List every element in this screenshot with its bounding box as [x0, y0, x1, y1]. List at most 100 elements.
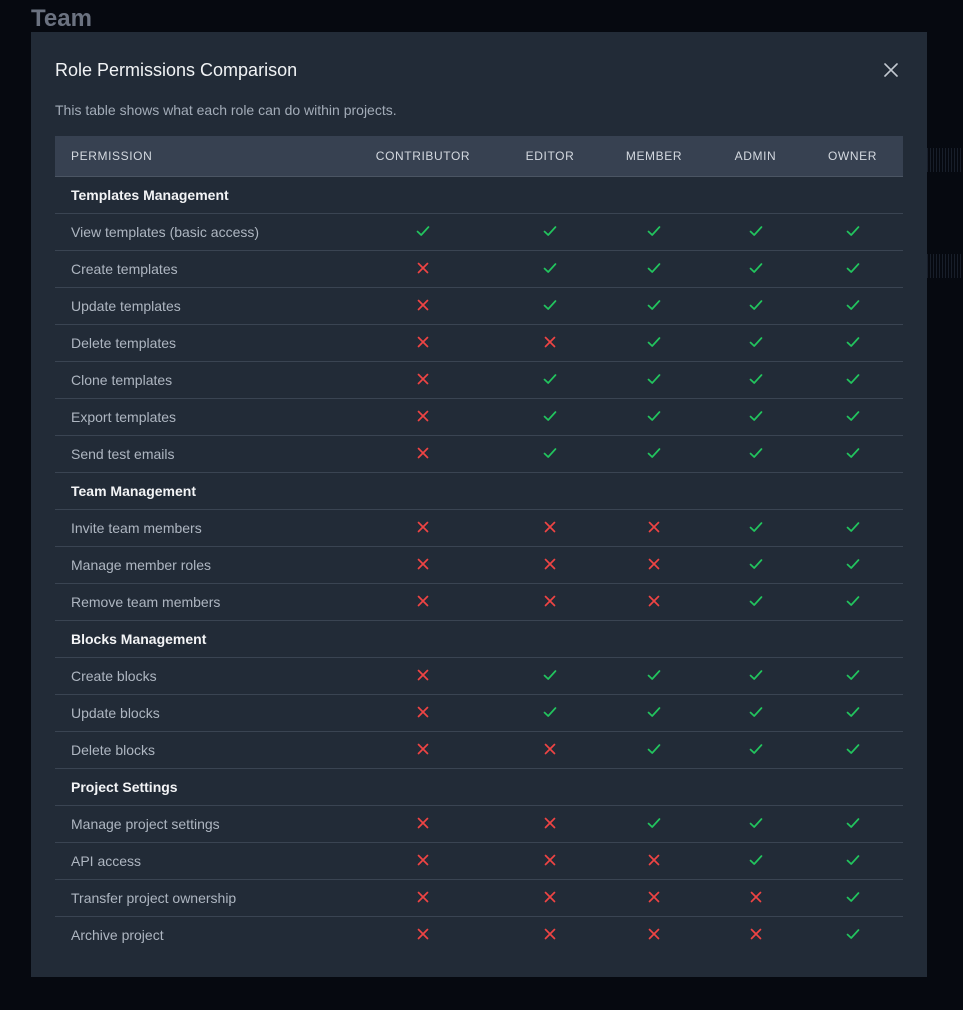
check-icon	[542, 667, 558, 683]
column-header-admin: ADMIN	[709, 136, 802, 177]
table-row: Invite team members	[55, 509, 903, 547]
permission-cell-owner	[802, 583, 903, 621]
permission-cell-contributor	[345, 250, 501, 288]
cross-icon	[646, 852, 662, 868]
check-icon	[748, 704, 764, 720]
permission-cell-owner	[802, 435, 903, 473]
check-icon	[748, 223, 764, 239]
check-icon	[748, 297, 764, 313]
cross-icon	[415, 519, 431, 535]
permission-cell-member	[599, 435, 709, 473]
check-icon	[845, 223, 861, 239]
permission-cell-member	[599, 916, 709, 953]
permission-label: Remove team members	[55, 583, 345, 621]
permission-label: View templates (basic access)	[55, 213, 345, 251]
permission-cell-editor	[501, 287, 599, 325]
table-row: Clone templates	[55, 361, 903, 399]
modal-title: Role Permissions Comparison	[55, 60, 298, 80]
permission-cell-member	[599, 509, 709, 547]
check-icon	[748, 741, 764, 757]
cross-icon	[415, 334, 431, 350]
permission-cell-contributor	[345, 435, 501, 473]
check-icon	[646, 334, 662, 350]
check-icon	[845, 704, 861, 720]
table-row: API access	[55, 842, 903, 880]
section-title: Project Settings	[55, 768, 903, 806]
check-icon	[646, 260, 662, 276]
role-permissions-modal: Role Permissions Comparison This table s…	[31, 32, 927, 977]
check-icon	[748, 445, 764, 461]
cross-icon	[415, 297, 431, 313]
permission-cell-contributor	[345, 916, 501, 953]
cross-icon	[415, 852, 431, 868]
table-row: Transfer project ownership	[55, 879, 903, 917]
permission-label: Update blocks	[55, 694, 345, 732]
check-icon	[845, 519, 861, 535]
permission-cell-contributor	[345, 398, 501, 436]
permission-label: Clone templates	[55, 361, 345, 399]
cross-icon	[542, 519, 558, 535]
permission-cell-owner	[802, 731, 903, 769]
permission-cell-admin	[709, 435, 802, 473]
permission-cell-owner	[802, 324, 903, 362]
permission-cell-contributor	[345, 879, 501, 917]
check-icon	[646, 815, 662, 831]
cross-icon	[415, 371, 431, 387]
check-icon	[542, 445, 558, 461]
check-icon	[542, 260, 558, 276]
permission-label: Manage project settings	[55, 805, 345, 843]
check-icon	[845, 445, 861, 461]
background-fragment	[927, 148, 963, 172]
check-icon	[542, 297, 558, 313]
permission-cell-editor	[501, 731, 599, 769]
check-icon	[845, 334, 861, 350]
check-icon	[748, 667, 764, 683]
permission-cell-member	[599, 398, 709, 436]
permission-cell-owner	[802, 842, 903, 880]
column-header-owner: OWNER	[802, 136, 903, 177]
table-row: Export templates	[55, 398, 903, 436]
permission-cell-admin	[709, 583, 802, 621]
check-icon	[646, 371, 662, 387]
cross-icon	[748, 926, 764, 942]
check-icon	[542, 223, 558, 239]
cross-icon	[415, 704, 431, 720]
permission-cell-editor	[501, 509, 599, 547]
permission-label: Manage member roles	[55, 546, 345, 584]
column-header-contributor: CONTRIBUTOR	[345, 136, 501, 177]
permission-label: Delete templates	[55, 324, 345, 362]
permission-label: Create templates	[55, 250, 345, 288]
permission-cell-admin	[709, 287, 802, 325]
check-icon	[646, 704, 662, 720]
check-icon	[845, 667, 861, 683]
section-header-row: Team Management	[55, 472, 903, 510]
permission-cell-editor	[501, 250, 599, 288]
background-fragment	[927, 254, 963, 278]
check-icon	[748, 260, 764, 276]
check-icon	[748, 852, 764, 868]
check-icon	[646, 408, 662, 424]
permission-cell-member	[599, 361, 709, 399]
permission-cell-owner	[802, 694, 903, 732]
table-row: Manage member roles	[55, 546, 903, 584]
permission-cell-contributor	[345, 546, 501, 584]
permission-cell-admin	[709, 731, 802, 769]
permission-cell-editor	[501, 435, 599, 473]
check-icon	[845, 593, 861, 609]
permission-label: Transfer project ownership	[55, 879, 345, 917]
cross-icon	[415, 556, 431, 572]
check-icon	[845, 371, 861, 387]
permission-cell-member	[599, 657, 709, 695]
cross-icon	[542, 852, 558, 868]
permission-cell-member	[599, 546, 709, 584]
permission-cell-contributor	[345, 694, 501, 732]
permission-cell-owner	[802, 805, 903, 843]
permission-cell-owner	[802, 213, 903, 251]
permission-cell-admin	[709, 657, 802, 695]
permission-cell-editor	[501, 213, 599, 251]
table-header-row: PERMISSION CONTRIBUTOR EDITOR MEMBER ADM…	[55, 136, 903, 177]
close-button[interactable]	[879, 58, 903, 82]
permission-cell-contributor	[345, 509, 501, 547]
column-header-member: MEMBER	[599, 136, 709, 177]
check-icon	[845, 926, 861, 942]
